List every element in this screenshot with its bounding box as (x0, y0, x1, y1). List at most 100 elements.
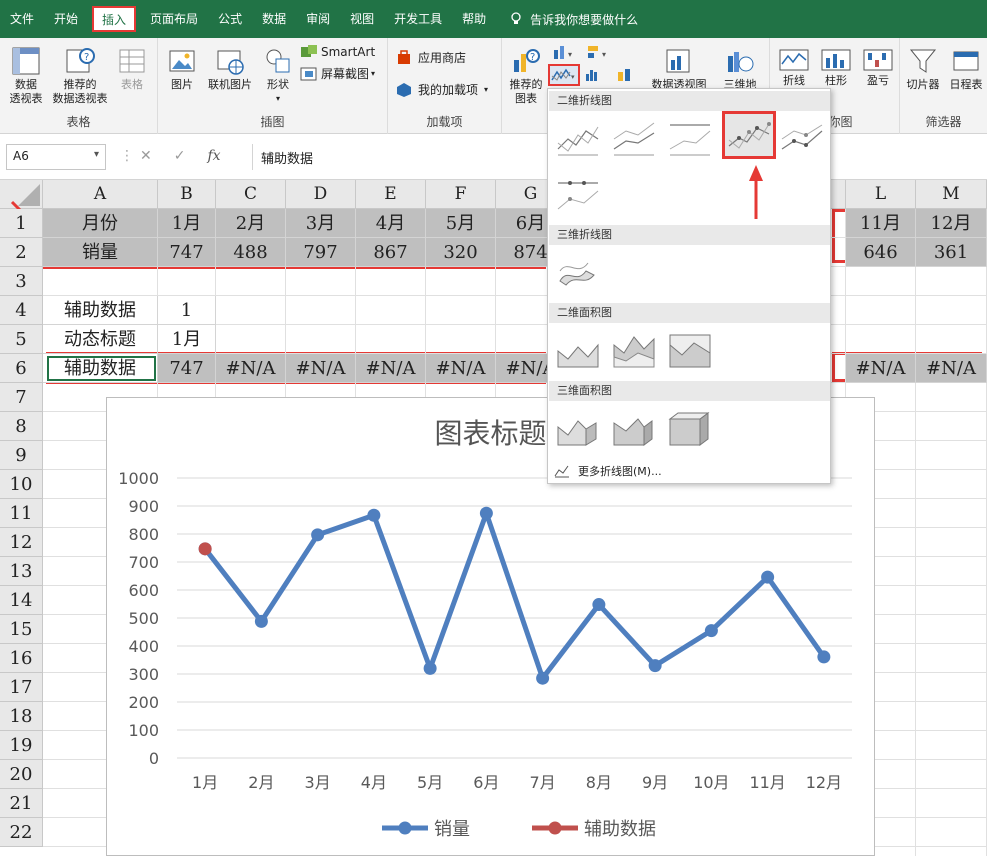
cell-a1[interactable]: 月份 (43, 209, 158, 238)
row-header-20[interactable]: 20 (0, 760, 43, 789)
smartart-button[interactable]: SmartArt (300, 44, 386, 60)
cell-d2[interactable]: 797 (286, 238, 356, 267)
row-header-19[interactable]: 19 (0, 731, 43, 760)
row-header-8[interactable]: 8 (0, 412, 43, 441)
sparkline-winloss-button[interactable]: 盈亏 (858, 48, 898, 88)
cell-b2[interactable]: 747 (158, 238, 216, 267)
row-header-6[interactable]: 6 (0, 354, 43, 383)
cancel-icon[interactable]: ✕ (140, 148, 152, 164)
line-chart-thumb-icon[interactable] (556, 119, 600, 159)
picture-button[interactable]: 图片 (164, 46, 200, 92)
cell-a2[interactable]: 销量 (43, 238, 158, 267)
row-header-1[interactable]: 1 (0, 209, 43, 238)
cell-m1[interactable]: 12月 (916, 209, 987, 238)
cell-m2[interactable]: 361 (916, 238, 987, 267)
timeline-button[interactable]: 日程表 (946, 46, 986, 92)
cell-e1[interactable]: 4月 (356, 209, 426, 238)
stacked-line-thumb-icon[interactable] (612, 119, 656, 159)
pivot-table-button[interactable]: 数据 透视表 (4, 46, 48, 106)
tell-me-box[interactable]: 告诉我你想要做什么 (508, 11, 638, 28)
cell-m6[interactable]: #N/A (916, 354, 987, 383)
cell-b5[interactable]: 1月 (158, 325, 216, 354)
sparkline-line-button[interactable]: 折线 (774, 48, 814, 88)
cell-f2[interactable]: 320 (426, 238, 496, 267)
tab-developer[interactable]: 开发工具 (384, 0, 452, 38)
row-header-15[interactable]: 15 (0, 615, 43, 644)
line-chart-button[interactable]: ▾ (548, 64, 580, 86)
row-header-5[interactable]: 5 (0, 325, 43, 354)
more-line-charts-link[interactable]: 更多折线图(M)... (554, 463, 662, 479)
percent-line-markers-thumb-icon[interactable] (556, 177, 600, 217)
cell-c1[interactable]: 2月 (216, 209, 286, 238)
tab-view[interactable]: 视图 (340, 0, 384, 38)
3d-area-thumb-icon[interactable] (556, 409, 600, 449)
row-header-17[interactable]: 17 (0, 673, 43, 702)
cell-l6[interactable]: #N/A (846, 354, 916, 383)
3d-line-thumb-icon[interactable] (556, 251, 600, 291)
cell-a4[interactable]: 辅助数据 (43, 296, 158, 325)
row-header-4[interactable]: 4 (0, 296, 43, 325)
cell-d6[interactable]: #N/A (286, 354, 356, 383)
recommended-charts-button[interactable]: ? 推荐的 图表 (504, 46, 548, 106)
statistic-chart-icon[interactable] (584, 66, 608, 82)
row-header-22[interactable]: 22 (0, 818, 43, 847)
cell-e2[interactable]: 867 (356, 238, 426, 267)
cell-b4[interactable]: 1 (158, 296, 216, 325)
row-header-13[interactable]: 13 (0, 557, 43, 586)
sparkline-column-button[interactable]: 柱形 (816, 48, 856, 88)
column-header-a[interactable]: A (43, 180, 158, 209)
cell-d1[interactable]: 3月 (286, 209, 356, 238)
row-header-14[interactable]: 14 (0, 586, 43, 615)
enter-icon[interactable]: ✓ (174, 148, 186, 164)
tab-review[interactable]: 审阅 (296, 0, 340, 38)
column-header-l[interactable]: L (846, 180, 916, 209)
insert-function-icon[interactable]: fx (207, 148, 220, 164)
cell-c6[interactable]: #N/A (216, 354, 286, 383)
tab-help[interactable]: 帮助 (452, 0, 496, 38)
stacked-area-thumb-icon[interactable] (612, 331, 656, 371)
combo-chart-icon[interactable] (616, 66, 640, 82)
cell-c2[interactable]: 488 (216, 238, 286, 267)
tab-home[interactable]: 开始 (44, 0, 88, 38)
percent-area-thumb-icon[interactable] (668, 331, 712, 371)
table-button[interactable]: 表格 (112, 46, 152, 92)
slicer-button[interactable]: 切片器 (902, 46, 944, 92)
column-header-m[interactable]: M (916, 180, 987, 209)
line-with-markers-option[interactable] (722, 111, 776, 159)
screenshot-button[interactable]: 屏幕截图 ▾ (300, 66, 386, 82)
column-header-e[interactable]: E (356, 180, 426, 209)
name-box-dropdown-icon[interactable]: ▾ (94, 149, 99, 160)
cell-l2[interactable]: 646 (846, 238, 916, 267)
online-picture-button[interactable]: 联机图片 (202, 46, 258, 92)
row-header-12[interactable]: 12 (0, 528, 43, 557)
my-addins-button[interactable]: 我的加载项 ▾ (396, 82, 500, 98)
stacked-line-markers-thumb-icon[interactable] (780, 119, 824, 159)
cell-f6[interactable]: #N/A (426, 354, 496, 383)
tab-insert[interactable]: 插入 (92, 6, 137, 32)
column-header-c[interactable]: C (216, 180, 286, 209)
area-thumb-icon[interactable] (556, 331, 600, 371)
3d-percent-area-thumb-icon[interactable] (668, 409, 712, 449)
row-header-10[interactable]: 10 (0, 470, 43, 499)
percent-line-thumb-icon[interactable] (668, 119, 712, 159)
row-header-11[interactable]: 11 (0, 499, 43, 528)
row-header-2[interactable]: 2 (0, 238, 43, 267)
tab-file[interactable]: 文件 (0, 0, 44, 38)
3d-stacked-area-thumb-icon[interactable] (612, 409, 656, 449)
pivot-chart-button[interactable]: 数据透视图 (646, 46, 712, 92)
cell-b6[interactable]: 747 (158, 354, 216, 383)
3d-map-button[interactable]: 三维地 (718, 46, 762, 92)
hierarchy-chart-icon[interactable]: ▾ (586, 44, 610, 60)
row-header-9[interactable]: 9 (0, 441, 43, 470)
column-chart-icon[interactable]: ▾ (552, 44, 576, 60)
row-header-21[interactable]: 21 (0, 789, 43, 818)
column-header-d[interactable]: D (286, 180, 356, 209)
tab-formulas[interactable]: 公式 (208, 0, 252, 38)
row-header-7[interactable]: 7 (0, 383, 43, 412)
name-box[interactable]: A6 ▾ (6, 144, 106, 170)
cell-a5[interactable]: 动态标题 (43, 325, 158, 354)
row-header-18[interactable]: 18 (0, 702, 43, 731)
shapes-button[interactable]: 形状 ▾ (258, 46, 298, 106)
store-button[interactable]: 应用商店 (396, 50, 500, 66)
row-header-3[interactable]: 3 (0, 267, 43, 296)
